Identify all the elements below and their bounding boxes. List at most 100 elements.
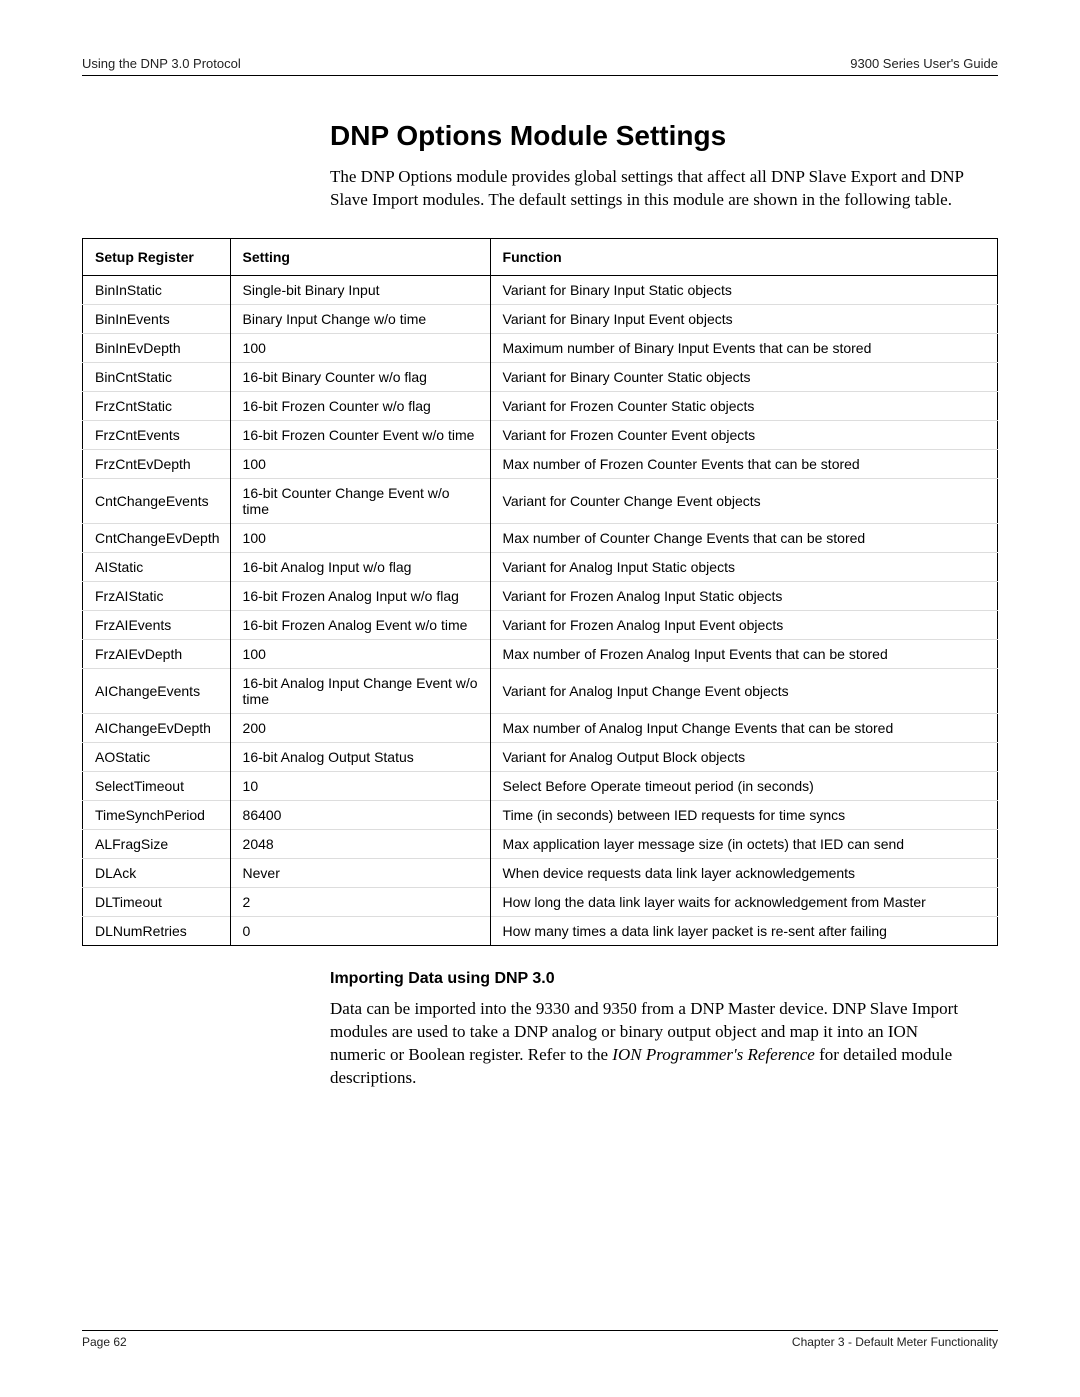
- cell-setting: 16-bit Frozen Counter Event w/o time: [230, 420, 490, 449]
- cell-register: CntChangeEvDepth: [83, 523, 231, 552]
- cell-register: FrzAIEvDepth: [83, 639, 231, 668]
- cell-function: Max number of Frozen Analog Input Events…: [490, 639, 997, 668]
- cell-setting: 200: [230, 713, 490, 742]
- page-header: Using the DNP 3.0 Protocol 9300 Series U…: [82, 56, 998, 76]
- cell-function: Variant for Analog Output Block objects: [490, 742, 997, 771]
- cell-setting: 2: [230, 887, 490, 916]
- table-row: DLAckNeverWhen device requests data link…: [83, 858, 998, 887]
- th-setup-register: Setup Register: [83, 238, 231, 275]
- cell-function: Maximum number of Binary Input Events th…: [490, 333, 997, 362]
- cell-function: When device requests data link layer ack…: [490, 858, 997, 887]
- cell-register: AIStatic: [83, 552, 231, 581]
- table-row: DLTimeout2How long the data link layer w…: [83, 887, 998, 916]
- table-row: BinInEventsBinary Input Change w/o timeV…: [83, 304, 998, 333]
- cell-register: AOStatic: [83, 742, 231, 771]
- table-row: ALFragSize2048Max application layer mess…: [83, 829, 998, 858]
- settings-table: Setup Register Setting Function BinInSta…: [82, 238, 998, 946]
- cell-function: Time (in seconds) between IED requests f…: [490, 800, 997, 829]
- cell-function: Max number of Counter Change Events that…: [490, 523, 997, 552]
- page: Using the DNP 3.0 Protocol 9300 Series U…: [0, 0, 1080, 1397]
- cell-function: Variant for Binary Input Event objects: [490, 304, 997, 333]
- cell-setting: 16-bit Analog Input Change Event w/o tim…: [230, 668, 490, 713]
- header-left: Using the DNP 3.0 Protocol: [82, 56, 241, 71]
- cell-register: FrzCntEvents: [83, 420, 231, 449]
- cell-function: Variant for Binary Counter Static object…: [490, 362, 997, 391]
- table-row: FrzAIEvents16-bit Frozen Analog Event w/…: [83, 610, 998, 639]
- cell-register: BinInEvents: [83, 304, 231, 333]
- cell-setting: Never: [230, 858, 490, 887]
- cell-register: CntChangeEvents: [83, 478, 231, 523]
- footer-right: Chapter 3 - Default Meter Functionality: [792, 1335, 998, 1349]
- page-footer: Page 62 Chapter 3 - Default Meter Functi…: [82, 1330, 998, 1349]
- cell-setting: 0: [230, 916, 490, 945]
- table-row: FrzCntEvents16-bit Frozen Counter Event …: [83, 420, 998, 449]
- cell-setting: 16-bit Binary Counter w/o flag: [230, 362, 490, 391]
- cell-function: Variant for Analog Input Change Event ob…: [490, 668, 997, 713]
- sub-heading: Importing Data using DNP 3.0: [330, 970, 998, 988]
- cell-register: AIChangeEvents: [83, 668, 231, 713]
- table-row: AOStatic16-bit Analog Output StatusVaria…: [83, 742, 998, 771]
- cell-function: Variant for Frozen Counter Static object…: [490, 391, 997, 420]
- body-text-ital: ION Programmer's Reference: [612, 1045, 815, 1064]
- cell-register: FrzAIStatic: [83, 581, 231, 610]
- table-body: BinInStaticSingle-bit Binary InputVarian…: [83, 275, 998, 945]
- footer-left: Page 62: [82, 1335, 127, 1349]
- cell-setting: 100: [230, 333, 490, 362]
- cell-setting: 16-bit Frozen Counter w/o flag: [230, 391, 490, 420]
- table-row: FrzCntEvDepth100Max number of Frozen Cou…: [83, 449, 998, 478]
- cell-register: BinCntStatic: [83, 362, 231, 391]
- table-row: AIChangeEvDepth200Max number of Analog I…: [83, 713, 998, 742]
- cell-function: Variant for Frozen Counter Event objects: [490, 420, 997, 449]
- table-row: AIStatic16-bit Analog Input w/o flagVari…: [83, 552, 998, 581]
- cell-register: AIChangeEvDepth: [83, 713, 231, 742]
- table-row: SelectTimeout10Select Before Operate tim…: [83, 771, 998, 800]
- section-title: DNP Options Module Settings: [330, 120, 998, 152]
- cell-setting: 16-bit Counter Change Event w/o time: [230, 478, 490, 523]
- cell-register: SelectTimeout: [83, 771, 231, 800]
- cell-function: Max number of Frozen Counter Events that…: [490, 449, 997, 478]
- cell-register: BinInEvDepth: [83, 333, 231, 362]
- th-setting: Setting: [230, 238, 490, 275]
- table-row: FrzAIEvDepth100Max number of Frozen Anal…: [83, 639, 998, 668]
- table-row: FrzCntStatic16-bit Frozen Counter w/o fl…: [83, 391, 998, 420]
- cell-setting: 2048: [230, 829, 490, 858]
- cell-register: TimeSynchPeriod: [83, 800, 231, 829]
- th-function: Function: [490, 238, 997, 275]
- cell-function: Variant for Binary Input Static objects: [490, 275, 997, 304]
- cell-register: DLTimeout: [83, 887, 231, 916]
- cell-setting: 16-bit Frozen Analog Event w/o time: [230, 610, 490, 639]
- table-row: TimeSynchPeriod86400Time (in seconds) be…: [83, 800, 998, 829]
- cell-register: FrzAIEvents: [83, 610, 231, 639]
- cell-register: ALFragSize: [83, 829, 231, 858]
- cell-function: Max number of Analog Input Change Events…: [490, 713, 997, 742]
- cell-setting: 10: [230, 771, 490, 800]
- cell-register: FrzCntEvDepth: [83, 449, 231, 478]
- table-row: BinInEvDepth100Maximum number of Binary …: [83, 333, 998, 362]
- body-paragraph: Data can be imported into the 9330 and 9…: [330, 998, 970, 1090]
- table-row: CntChangeEvents16-bit Counter Change Eve…: [83, 478, 998, 523]
- table-row: BinCntStatic16-bit Binary Counter w/o fl…: [83, 362, 998, 391]
- table-row: BinInStaticSingle-bit Binary InputVarian…: [83, 275, 998, 304]
- cell-register: FrzCntStatic: [83, 391, 231, 420]
- header-right: 9300 Series User's Guide: [850, 56, 998, 71]
- cell-function: Variant for Frozen Analog Input Event ob…: [490, 610, 997, 639]
- cell-setting: 100: [230, 523, 490, 552]
- cell-function: Max application layer message size (in o…: [490, 829, 997, 858]
- cell-function: Select Before Operate timeout period (in…: [490, 771, 997, 800]
- cell-setting: 16-bit Analog Output Status: [230, 742, 490, 771]
- cell-setting: Binary Input Change w/o time: [230, 304, 490, 333]
- cell-function: How long the data link layer waits for a…: [490, 887, 997, 916]
- table-row: CntChangeEvDepth100Max number of Counter…: [83, 523, 998, 552]
- cell-function: Variant for Analog Input Static objects: [490, 552, 997, 581]
- cell-function: How many times a data link layer packet …: [490, 916, 997, 945]
- table-row: AIChangeEvents16-bit Analog Input Change…: [83, 668, 998, 713]
- cell-register: BinInStatic: [83, 275, 231, 304]
- cell-setting: 100: [230, 449, 490, 478]
- cell-setting: Single-bit Binary Input: [230, 275, 490, 304]
- cell-register: DLAck: [83, 858, 231, 887]
- cell-setting: 100: [230, 639, 490, 668]
- intro-paragraph: The DNP Options module provides global s…: [330, 166, 970, 212]
- cell-register: DLNumRetries: [83, 916, 231, 945]
- cell-setting: 16-bit Frozen Analog Input w/o flag: [230, 581, 490, 610]
- table-row: DLNumRetries0How many times a data link …: [83, 916, 998, 945]
